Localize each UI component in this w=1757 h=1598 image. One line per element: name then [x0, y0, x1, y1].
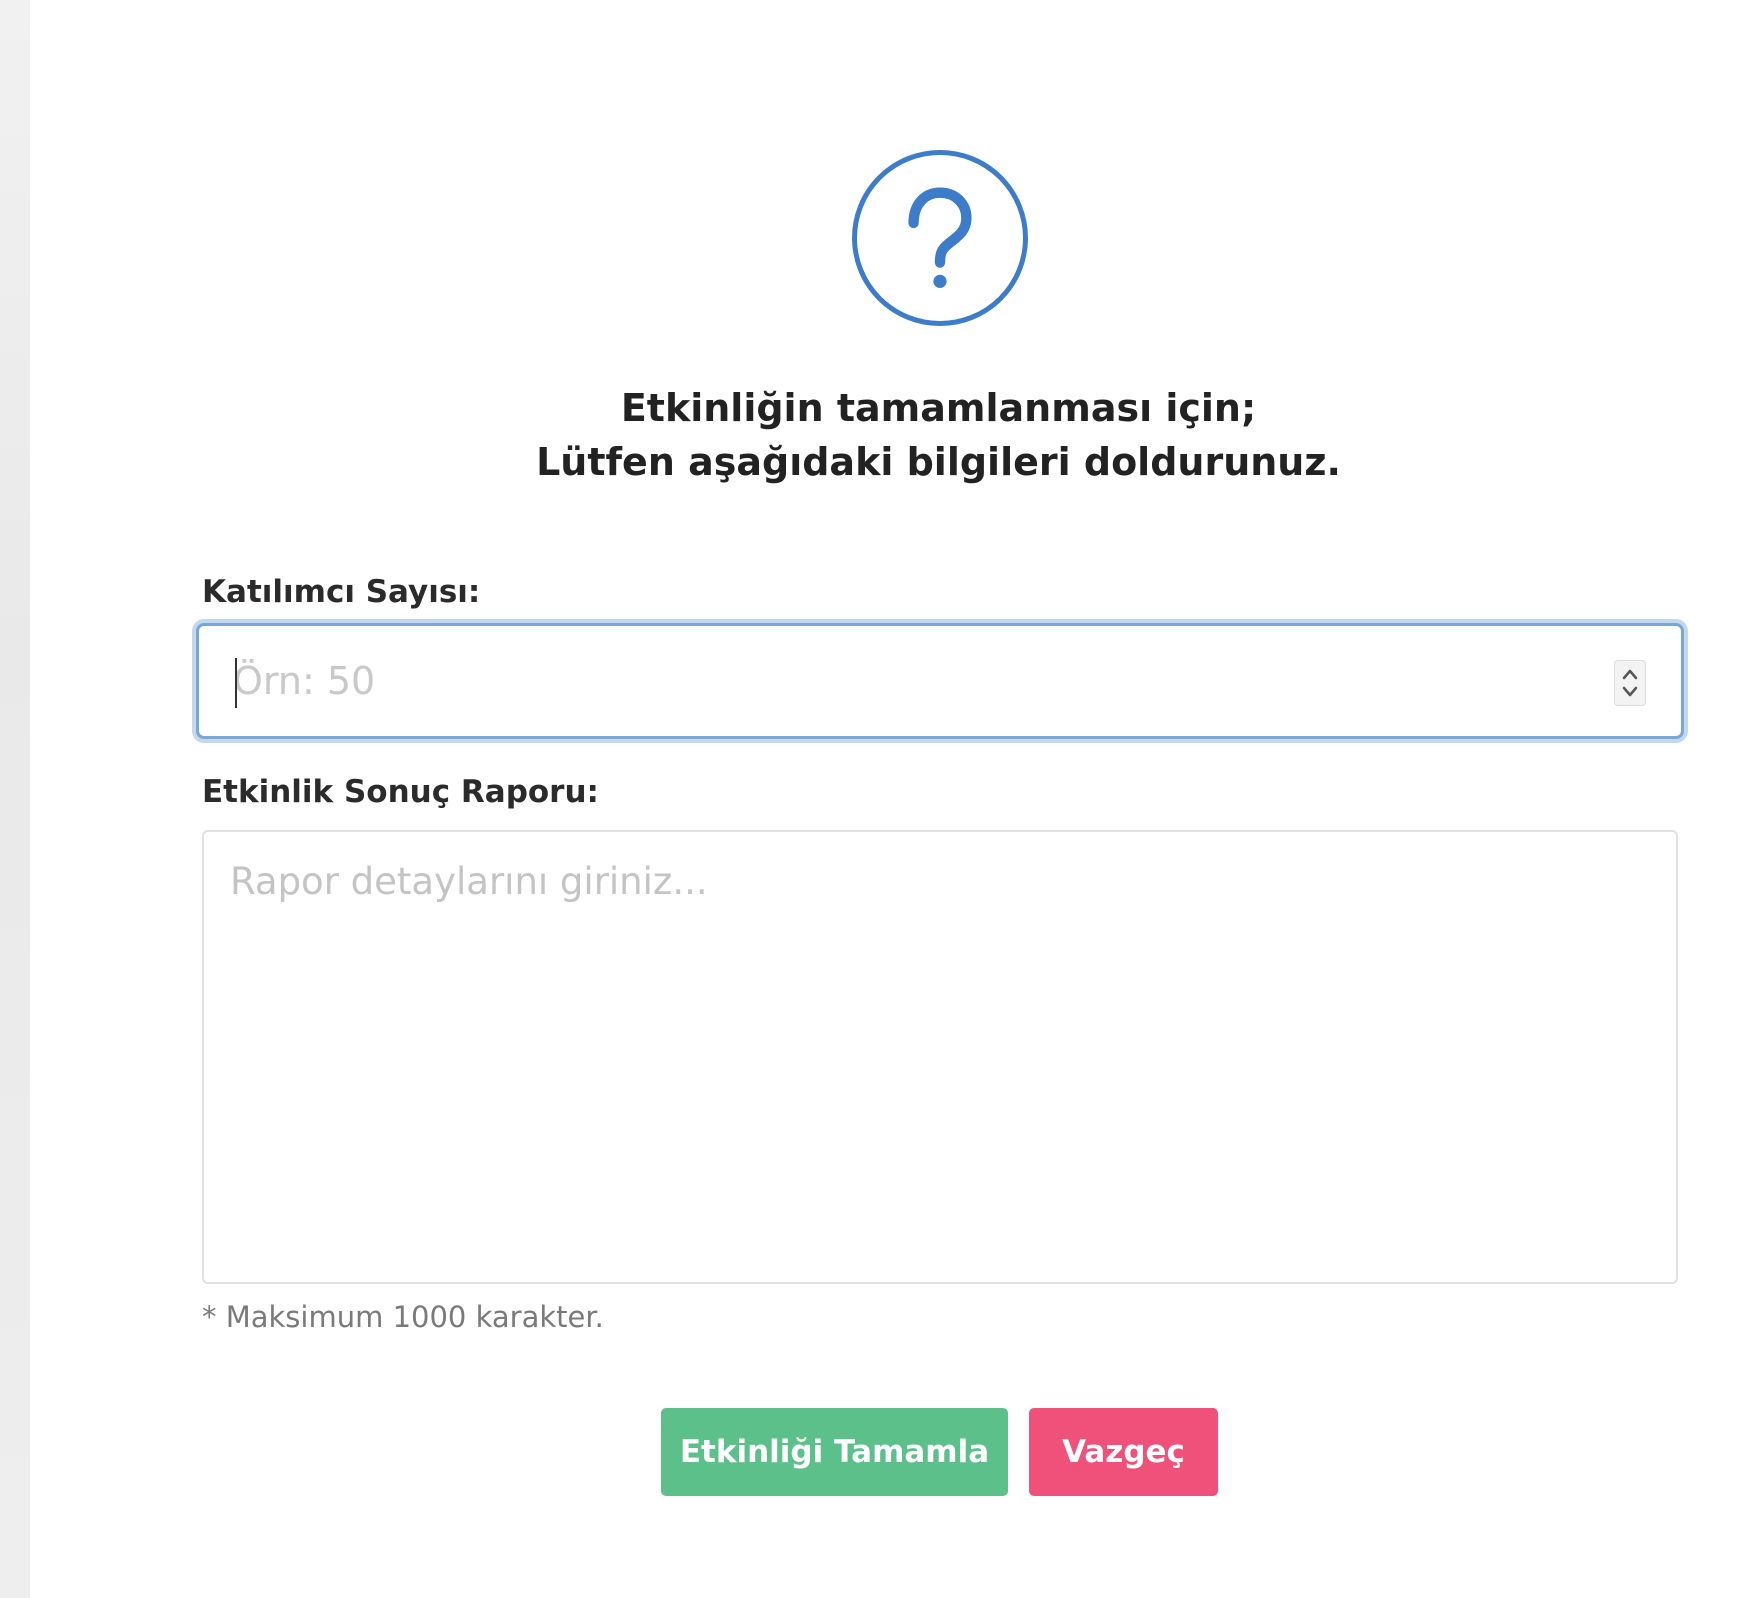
dialog-title-line-2: Lütfen aşağıdaki bilgileri doldurunuz.	[536, 440, 1341, 484]
stepper-down-icon	[1622, 686, 1638, 697]
dialog-title-line-1: Etkinliğin tamamlanması için;	[620, 386, 1257, 430]
participants-field[interactable]	[196, 623, 1684, 739]
number-stepper[interactable]	[1614, 660, 1646, 706]
complete-activity-button[interactable]: Etkinliği Tamamla	[661, 1408, 1008, 1496]
max-characters-hint: * Maksimum 1000 karakter.	[202, 1300, 604, 1334]
stepper-up-icon	[1622, 669, 1638, 680]
dialog-title: Etkinliğin tamamlanması için; Lütfen aşa…	[30, 381, 1757, 489]
question-mark-icon	[852, 150, 1028, 326]
text-caret	[235, 658, 237, 708]
complete-activity-dialog: Etkinliğin tamamlanması için; Lütfen aşa…	[30, 0, 1757, 1598]
report-textarea[interactable]	[230, 860, 1650, 1260]
report-label: Etkinlik Sonuç Raporu:	[202, 774, 599, 810]
participants-input[interactable]	[233, 648, 1563, 714]
cancel-button[interactable]: Vazgeç	[1029, 1408, 1218, 1496]
page-backdrop	[0, 0, 30, 1598]
participants-label: Katılımcı Sayısı:	[202, 574, 481, 610]
report-field[interactable]	[202, 830, 1678, 1284]
